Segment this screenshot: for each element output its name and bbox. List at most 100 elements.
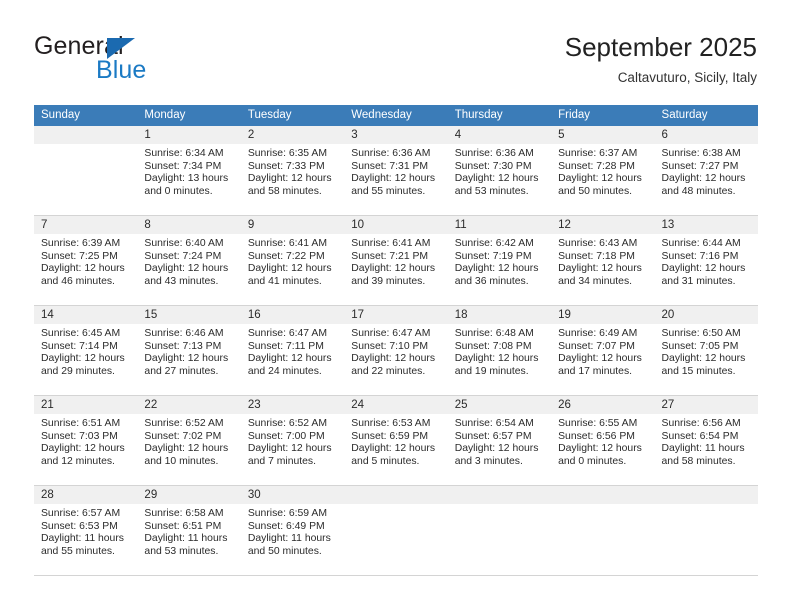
daylight-duration-line2: and 58 minutes. — [247, 185, 322, 197]
daylight-duration-line2: and 55 minutes. — [351, 185, 426, 197]
daylight-duration-line2: and 3 minutes. — [454, 455, 523, 467]
weekday-header-monday: Monday — [144, 109, 186, 121]
daylight-duration-line2: and 48 minutes. — [661, 185, 736, 197]
day-details: Sunrise: 6:53 AM Sunset: 6:59 PM Daylight:… — [344, 414, 447, 468]
daylight-duration-line1: Daylight: 12 hours — [351, 173, 436, 185]
calendar-day-cell[interactable]: 22 Sunrise: 6:52 AM Sunset: 7:02 PM Dayligh… — [137, 396, 241, 485]
calendar-day-cell[interactable]: 4 Sunrise: 6:36 AM Sunset: 7:30 PM Daylight… — [447, 126, 552, 215]
day-number: 24 — [344, 396, 448, 414]
calendar-day-cell[interactable]: 5 Sunrise: 6:37 AM Sunset: 7:28 PM Daylight… — [551, 126, 655, 215]
sunrise-time: Sunrise: 6:38 AM — [661, 148, 741, 159]
day-details: Sunrise: 6:38 AM Sunset: 7:27 PM Daylight:… — [655, 144, 758, 198]
daylight-duration-line2: and 34 minutes. — [558, 275, 633, 287]
daylight-duration-line2: and 53 minutes. — [454, 185, 529, 197]
weekday-header-wednesday: Wednesday — [351, 109, 412, 121]
calendar-day-cell[interactable]: 21 Sunrise: 6:51 AM Sunset: 7:03 PM Dayligh… — [34, 396, 138, 485]
calendar-day-cell[interactable]: 30 Sunrise: 6:59 AM Sunset: 6:49 PM Dayligh… — [240, 486, 345, 575]
day-details: Sunrise: 6:54 AM Sunset: 6:57 PM Daylight:… — [448, 414, 551, 468]
calendar-day-cell[interactable]: 14 Sunrise: 6:45 AM Sunset: 7:14 PM Dayligh… — [34, 306, 138, 395]
calendar-day-cell[interactable]: 25 Sunrise: 6:54 AM Sunset: 6:57 PM Dayligh… — [447, 396, 552, 485]
calendar-day-cell[interactable]: 27 Sunrise: 6:56 AM Sunset: 6:54 PM Dayligh… — [654, 396, 758, 485]
daylight-duration-line2: and 31 minutes. — [661, 275, 736, 287]
daylight-duration-line2: and 29 minutes. — [41, 365, 115, 377]
sunset-time: Sunset: 7:11 PM — [247, 340, 324, 352]
daylight-duration-line1: Daylight: 12 hours — [454, 353, 539, 365]
day-number: 21 — [34, 396, 138, 414]
sunrise-time: Sunrise: 6:41 AM — [247, 238, 327, 249]
calendar-day-cell-empty — [34, 126, 138, 215]
sunset-time: Sunset: 7:21 PM — [351, 250, 429, 262]
calendar-day-cell[interactable]: 11 Sunrise: 6:42 AM Sunset: 7:19 PM Dayligh… — [447, 216, 552, 305]
day-number: 28 — [34, 486, 138, 504]
sunset-time: Sunset: 6:59 PM — [351, 430, 429, 442]
daylight-duration-line1: Daylight: 12 hours — [144, 353, 229, 365]
day-details: Sunrise: 6:39 AM Sunset: 7:25 PM Daylight:… — [34, 234, 137, 288]
daylight-duration-line1: Daylight: 12 hours — [661, 173, 746, 185]
sunset-time: Sunset: 6:53 PM — [41, 520, 118, 532]
daylight-duration-line2: and 5 minutes. — [351, 455, 420, 467]
calendar-day-cell[interactable]: 6 Sunrise: 6:38 AM Sunset: 7:27 PM Daylight… — [654, 126, 758, 215]
calendar-day-cell[interactable]: 2 Sunrise: 6:35 AM Sunset: 7:33 PM Daylight… — [240, 126, 345, 215]
general-blue-logo[interactable]: General Blue — [34, 30, 244, 88]
calendar-day-cell[interactable]: 9 Sunrise: 6:41 AM Sunset: 7:22 PM Daylight… — [240, 216, 345, 305]
day-number — [34, 126, 138, 144]
calendar-day-cell[interactable]: 19 Sunrise: 6:49 AM Sunset: 7:07 PM Dayligh… — [551, 306, 655, 395]
weekday-header-row: Sunday Monday Tuesday Wednesday Thursday Frid… — [34, 105, 758, 126]
day-number: 1 — [137, 126, 241, 144]
daylight-duration-line2: and 10 minutes. — [144, 455, 219, 467]
day-number: 10 — [344, 216, 448, 234]
daylight-duration-line1: Daylight: 12 hours — [661, 263, 746, 275]
day-number: 13 — [654, 216, 758, 234]
day-details: Sunrise: 6:44 AM Sunset: 7:16 PM Daylight:… — [655, 234, 758, 288]
sunset-time: Sunset: 7:19 PM — [454, 250, 532, 262]
calendar-day-cell[interactable]: 20 Sunrise: 6:50 AM Sunset: 7:05 PM Dayligh… — [654, 306, 758, 395]
day-number: 8 — [137, 216, 241, 234]
calendar-day-cell[interactable]: 29 Sunrise: 6:58 AM Sunset: 6:51 PM Dayligh… — [137, 486, 241, 575]
calendar-day-cell[interactable]: 15 Sunrise: 6:46 AM Sunset: 7:13 PM Dayligh… — [137, 306, 241, 395]
daylight-duration-line1: Daylight: 12 hours — [247, 443, 332, 455]
calendar-day-cell[interactable]: 12 Sunrise: 6:43 AM Sunset: 7:18 PM Dayligh… — [551, 216, 655, 305]
calendar-day-cell[interactable]: 26 Sunrise: 6:55 AM Sunset: 6:56 PM Dayligh… — [551, 396, 655, 485]
calendar-grid: Sunday Monday Tuesday Wednesday Thursday Frid… — [34, 105, 758, 576]
day-number: 9 — [240, 216, 345, 234]
calendar-day-cell[interactable]: 1 Sunrise: 6:34 AM Sunset: 7:34 PM Daylight… — [137, 126, 241, 215]
daylight-duration-line2: and 24 minutes. — [247, 365, 322, 377]
calendar-day-cell[interactable]: 7 Sunrise: 6:39 AM Sunset: 7:25 PM Daylight… — [34, 216, 138, 305]
calendar-day-cell[interactable]: 17 Sunrise: 6:47 AM Sunset: 7:10 PM Dayligh… — [344, 306, 448, 395]
calendar-day-cell[interactable]: 3 Sunrise: 6:36 AM Sunset: 7:31 PM Daylight… — [344, 126, 448, 215]
day-details: Sunrise: 6:55 AM Sunset: 6:56 PM Daylight:… — [551, 414, 654, 468]
sunset-time: Sunset: 6:51 PM — [144, 520, 222, 532]
daylight-duration-line1: Daylight: 12 hours — [454, 173, 539, 185]
day-details: Sunrise: 6:40 AM Sunset: 7:24 PM Daylight:… — [137, 234, 240, 288]
daylight-duration-line1: Daylight: 12 hours — [661, 353, 746, 365]
calendar-day-cell[interactable]: 24 Sunrise: 6:53 AM Sunset: 6:59 PM Dayligh… — [344, 396, 448, 485]
daylight-duration-line1: Daylight: 11 hours — [661, 443, 745, 455]
calendar-day-cell[interactable]: 8 Sunrise: 6:40 AM Sunset: 7:24 PM Daylight… — [137, 216, 241, 305]
calendar-day-cell[interactable]: 23 Sunrise: 6:52 AM Sunset: 7:00 PM Dayligh… — [240, 396, 345, 485]
sunset-time: Sunset: 7:08 PM — [454, 340, 532, 352]
day-number: 3 — [344, 126, 448, 144]
day-number: 7 — [34, 216, 138, 234]
daylight-duration-line2: and 41 minutes. — [247, 275, 322, 287]
sunset-time: Sunset: 6:56 PM — [558, 430, 635, 442]
daylight-duration-line1: Daylight: 12 hours — [41, 263, 125, 275]
daylight-duration-line2: and 0 minutes. — [144, 185, 213, 197]
calendar-day-cell[interactable]: 28 Sunrise: 6:57 AM Sunset: 6:53 PM Dayligh… — [34, 486, 138, 575]
sunset-time: Sunset: 7:07 PM — [558, 340, 635, 352]
sunrise-time: Sunrise: 6:54 AM — [454, 418, 534, 429]
sunrise-time: Sunrise: 6:52 AM — [247, 418, 327, 429]
daylight-duration-line2: and 27 minutes. — [144, 365, 219, 377]
daylight-duration-line1: Daylight: 12 hours — [454, 263, 539, 275]
calendar-day-cell[interactable]: 13 Sunrise: 6:44 AM Sunset: 7:16 PM Dayligh… — [654, 216, 758, 305]
day-details: Sunrise: 6:47 AM Sunset: 7:10 PM Daylight:… — [344, 324, 447, 378]
day-details: Sunrise: 6:51 AM Sunset: 7:03 PM Daylight:… — [34, 414, 137, 468]
daylight-duration-line2: and 58 minutes. — [661, 455, 736, 467]
calendar-day-cell[interactable]: 18 Sunrise: 6:48 AM Sunset: 7:08 PM Dayligh… — [447, 306, 552, 395]
calendar-day-cell-empty — [654, 486, 758, 575]
calendar-day-cell[interactable]: 10 Sunrise: 6:41 AM Sunset: 7:21 PM Dayligh… — [344, 216, 448, 305]
sunrise-time: Sunrise: 6:47 AM — [247, 328, 327, 339]
day-details: Sunrise: 6:45 AM Sunset: 7:14 PM Daylight:… — [34, 324, 137, 378]
daylight-duration-line2: and 55 minutes. — [41, 545, 115, 557]
calendar-day-cell[interactable]: 16 Sunrise: 6:47 AM Sunset: 7:11 PM Dayligh… — [240, 306, 345, 395]
day-details: Sunrise: 6:49 AM Sunset: 7:07 PM Daylight:… — [551, 324, 654, 378]
